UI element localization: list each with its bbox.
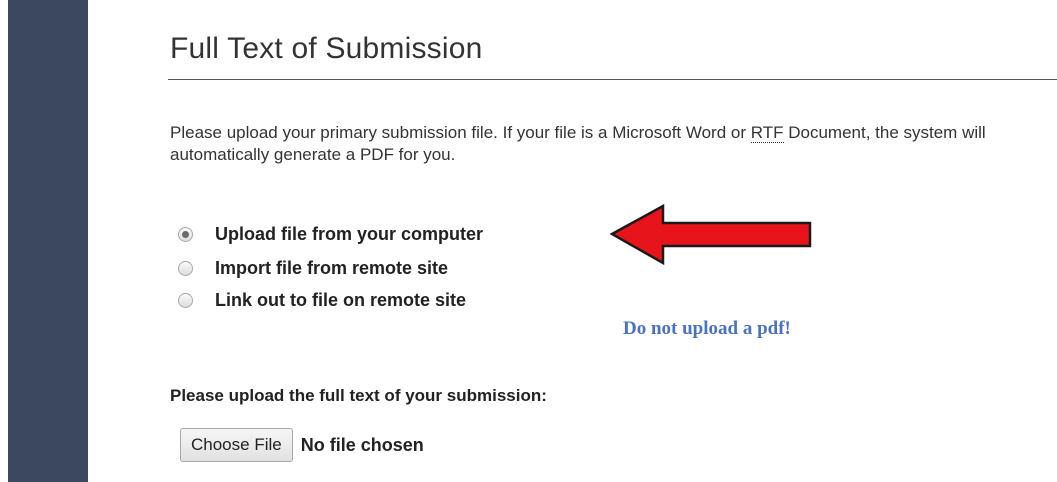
file-input[interactable]: Choose File No file chosen [180, 428, 424, 462]
red-arrow-icon [610, 203, 812, 266]
intro-text: Please upload your primary submission fi… [170, 122, 1040, 166]
intro-text-before: Please upload your primary submission fi… [170, 123, 751, 142]
radio-button[interactable] [178, 260, 193, 276]
red-arrow-shape [610, 203, 812, 266]
radio-label-upload-from-computer: Upload file from your computer [215, 223, 484, 244]
radio-label-link-remote: Link out to file on remote site [215, 289, 467, 310]
choose-file-button[interactable]: Choose File [180, 428, 293, 462]
radio-button[interactable] [178, 292, 193, 308]
radio-option-upload-from-computer[interactable]: Upload file from your computer [178, 222, 483, 246]
warning-note: Do not upload a pdf! [623, 318, 791, 339]
left-sidebar-bar [8, 0, 88, 482]
radio-dot [182, 230, 189, 238]
radio-option-link-remote[interactable]: Link out to file on remote site [178, 288, 483, 312]
rtf-abbreviation: RTF [750, 123, 784, 143]
file-status-text: No file chosen [300, 434, 424, 455]
radio-option-import-remote[interactable]: Import file from remote site [178, 256, 483, 280]
radio-button-checked[interactable] [178, 226, 193, 242]
upload-field-label: Please upload the full text of your subm… [170, 386, 547, 405]
submission-page: Full Text of Submission Please upload yo… [0, 0, 1057, 482]
title-divider [168, 79, 1057, 80]
section-title: Full Text of Submission [170, 32, 483, 65]
upload-method-radio-group: Upload file from your computer Import fi… [178, 222, 483, 322]
radio-label-import-remote: Import file from remote site [215, 257, 449, 278]
